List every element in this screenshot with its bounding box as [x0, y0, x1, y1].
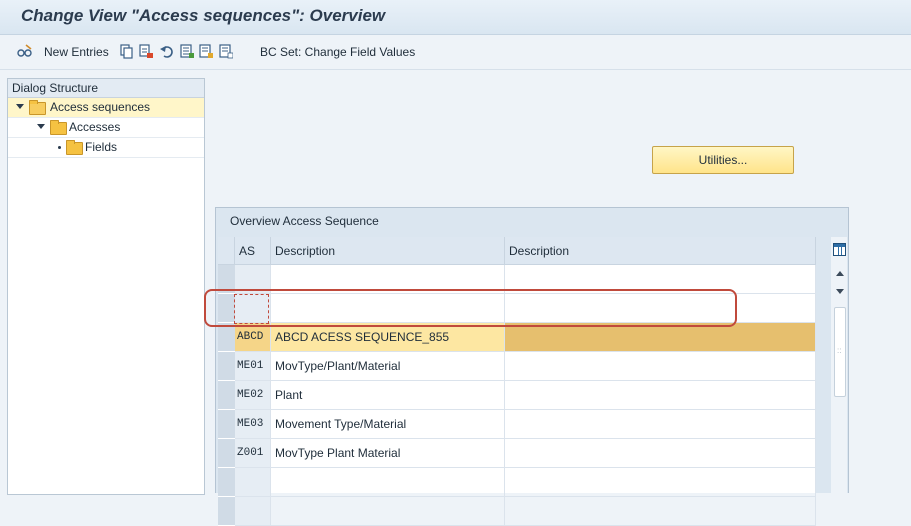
deselect-all-icon[interactable] — [219, 44, 233, 59]
row-selector[interactable] — [218, 410, 235, 439]
folder-icon — [66, 140, 83, 155]
dialog-structure-header: Dialog Structure — [8, 79, 204, 98]
cell-as[interactable] — [235, 497, 271, 526]
new-entries-button[interactable]: New Entries — [44, 43, 109, 61]
cell-description-2[interactable] — [505, 439, 816, 468]
code-cell-annotation — [234, 294, 269, 324]
cell-description[interactable]: Movement Type/Material — [271, 410, 505, 439]
highlight-annotation — [204, 289, 737, 327]
expand-triangle-icon[interactable] — [16, 104, 24, 109]
scrollbar-thumb[interactable] — [834, 307, 846, 397]
cell-description[interactable]: MovType Plant Material — [271, 439, 505, 468]
column-header-description-2[interactable]: Description — [505, 237, 816, 265]
cell-as[interactable]: ME02 — [235, 381, 271, 410]
scroll-down-icon[interactable] — [836, 289, 844, 294]
cell-description-2[interactable] — [505, 352, 816, 381]
table-settings-icon[interactable] — [833, 243, 846, 256]
cell-description-2[interactable] — [505, 323, 816, 352]
cell-description[interactable] — [271, 497, 505, 526]
cell-description-2[interactable] — [505, 410, 816, 439]
window-title: Change View "Access sequences": Overview — [21, 6, 386, 25]
copy-icon[interactable] — [120, 44, 134, 59]
cell-as[interactable]: ABCD — [235, 323, 271, 352]
bc-set-change-field-values-button[interactable]: BC Set: Change Field Values — [260, 43, 415, 61]
cell-description-2[interactable] — [505, 381, 816, 410]
folder-icon — [50, 120, 67, 135]
column-header-description[interactable]: Description — [271, 237, 505, 265]
bullet-icon — [58, 146, 61, 149]
row-selector[interactable] — [218, 439, 235, 468]
tree-item-label: Accesses — [69, 120, 121, 134]
utilities-button[interactable]: Utilities... — [652, 146, 794, 174]
cell-description[interactable]: MovType/Plant/Material — [271, 352, 505, 381]
row-selector[interactable] — [218, 352, 235, 381]
table-title: Overview Access Sequence — [230, 214, 379, 228]
cell-description[interactable]: Plant — [271, 381, 505, 410]
open-folder-icon — [29, 100, 46, 115]
select-all-rows-header[interactable] — [218, 237, 235, 265]
undo-icon[interactable] — [160, 44, 174, 59]
row-selector[interactable] — [218, 497, 235, 526]
tree-item-access-sequences[interactable]: Access sequences — [8, 98, 204, 118]
expand-triangle-icon[interactable] — [37, 124, 45, 129]
scroll-up-icon[interactable] — [836, 271, 844, 276]
cell-as[interactable]: ME03 — [235, 410, 271, 439]
select-block-icon[interactable] — [199, 44, 213, 59]
tree-item-accesses[interactable]: Accesses — [8, 118, 204, 138]
title-bar: Change View "Access sequences": Overview — [0, 0, 911, 35]
row-selector[interactable] — [218, 323, 235, 352]
access-sequence-table: AS Description Description ABCD ABCD ACES… — [218, 237, 816, 526]
delete-entry-icon[interactable] — [139, 44, 153, 59]
dialog-structure-panel: Dialog Structure Access sequences Access… — [7, 78, 205, 495]
cell-as[interactable]: Z001 — [235, 439, 271, 468]
tree-item-label: Fields — [85, 140, 118, 154]
select-all-icon[interactable] — [180, 44, 194, 59]
row-selector[interactable] — [218, 381, 235, 410]
column-header-as[interactable]: AS — [235, 237, 271, 265]
tree-item-fields[interactable]: Fields — [8, 138, 204, 158]
tree-item-label: Access sequences — [50, 100, 151, 114]
application-toolbar: New Entries BC Set: Change Field Values — [0, 35, 911, 70]
cell-description[interactable]: ABCD ACESS SEQUENCE_855 — [271, 323, 505, 352]
cell-as[interactable]: ME01 — [235, 352, 271, 381]
cell-description-2[interactable] — [505, 497, 816, 526]
glasses-pencil-icon[interactable] — [17, 44, 33, 59]
